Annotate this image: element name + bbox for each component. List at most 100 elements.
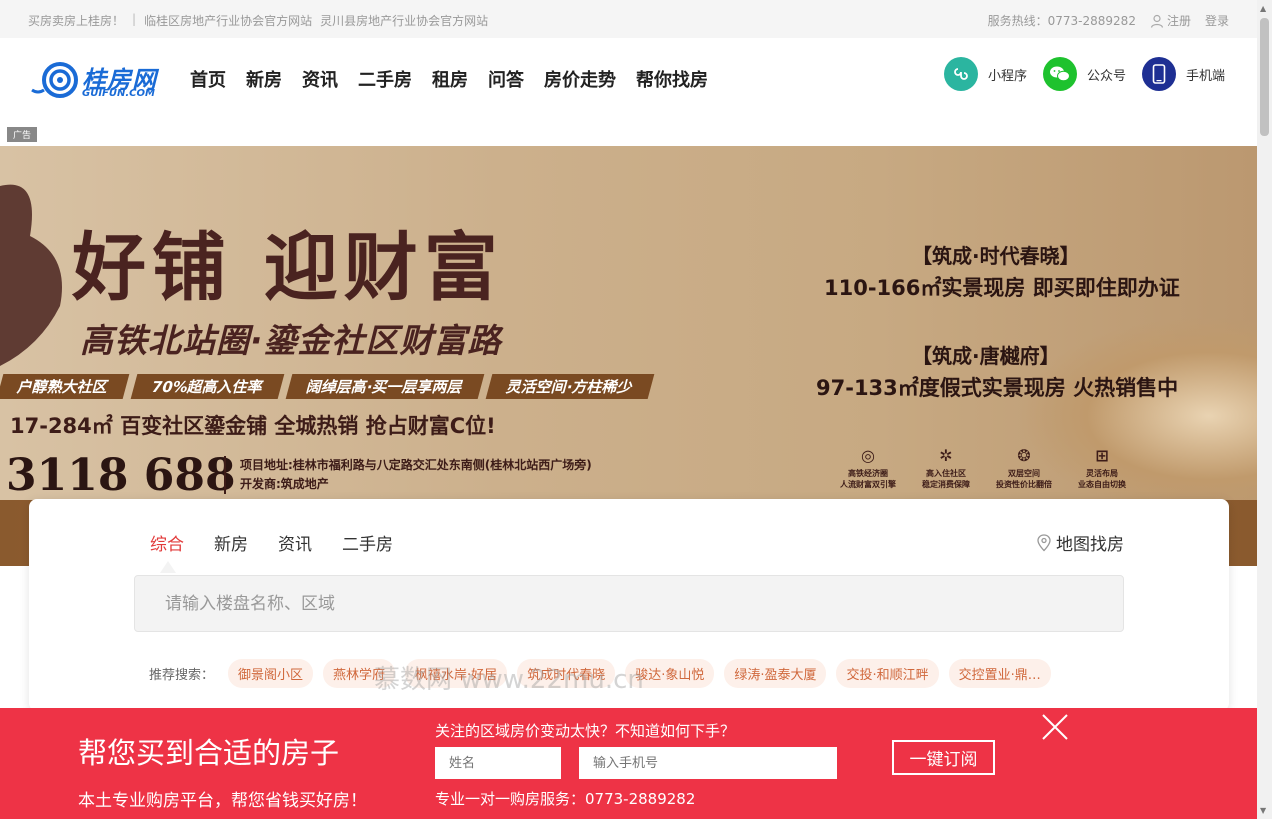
map-pin-icon: [1037, 533, 1051, 551]
banner-feature-note: 人流财富双引擎: [840, 480, 896, 489]
top-bar: 买房卖房上桂房！ | 临桂区房地产行业协会官方网站 灵川县房地产行业协会官方网站…: [0, 0, 1257, 38]
banner-feature-title: 高铁经济圈: [848, 469, 888, 478]
banner-feature-title: 双层空间: [1008, 469, 1040, 478]
recommended-searches: 推荐搜索： 御景阁小区 燕林学府 枫禧水岸·好居 筑成时代春晓 骏达·象山悦 绿…: [149, 659, 1051, 688]
hot-tag[interactable]: 交投·和顺江畔: [836, 659, 939, 688]
hotline: 服务热线：0773-2889282: [987, 14, 1136, 28]
tab-all[interactable]: 综合: [150, 530, 184, 555]
search-input[interactable]: [134, 575, 1124, 632]
banner-feature-title: 高入住社区: [926, 469, 966, 478]
banner-address-block: 项目地址:桂林市福利路与八定路交汇处东南侧(桂林北站西广场旁) 开发商:筑成地产: [224, 456, 592, 494]
banner-feature-note: 业态自由切换: [1078, 480, 1126, 489]
mobile-link[interactable]: 手机端: [1141, 57, 1225, 91]
scrollbar[interactable]: ▲ ▼: [1257, 0, 1272, 819]
wechat-label: 公众号: [1086, 68, 1126, 84]
banner-feature: ◎ 高铁经济圈 人流财富双引擎: [840, 446, 896, 490]
tab-second-hand[interactable]: 二手房: [342, 530, 393, 555]
active-tab-caret: [160, 561, 176, 573]
subscribe-button[interactable]: 一键订阅: [892, 740, 995, 775]
promo-title: 帮您买到合适的房子: [78, 736, 340, 770]
community-icon: ✲: [939, 446, 953, 465]
close-icon[interactable]: [1040, 712, 1070, 742]
phone-field[interactable]: [579, 747, 837, 779]
scroll-down-icon[interactable]: ▼: [1260, 806, 1266, 815]
space-icon: ❂: [1017, 446, 1031, 465]
login-link[interactable]: 登录: [1205, 12, 1229, 29]
map-find-label: 地图找房: [1056, 535, 1124, 555]
hot-tag[interactable]: 骏达·象山悦: [625, 659, 715, 688]
scroll-up-icon[interactable]: ▲: [1260, 4, 1266, 13]
nav-rent[interactable]: 租房: [432, 66, 468, 92]
site-logo[interactable]: 桂房网 GUIFUN.COM: [30, 60, 175, 100]
map-find-link[interactable]: 地图找房: [1036, 530, 1124, 555]
name-field[interactable]: [435, 747, 561, 779]
banner-developer: 开发商:筑成地产: [240, 477, 329, 491]
divider: |: [132, 12, 137, 26]
hot-tag[interactable]: 御景阁小区: [228, 659, 314, 688]
nav-find-home[interactable]: 帮你找房: [636, 66, 708, 92]
nav-new-homes[interactable]: 新房: [246, 66, 282, 92]
user-icon: [1150, 14, 1164, 28]
wechat-icon: [1042, 57, 1077, 91]
wechat-link[interactable]: 公众号: [1042, 57, 1126, 91]
banner-tag: 户醇熟大社区: [0, 374, 130, 399]
banner-tag: 灵活空间·方柱稀少: [485, 374, 654, 399]
ad-label: 广告: [7, 127, 38, 142]
nav-second-hand[interactable]: 二手房: [358, 66, 412, 92]
mini-program-link[interactable]: 小程序: [943, 57, 1027, 91]
mobile-icon: [1141, 57, 1176, 91]
top-link-lingui[interactable]: 临桂区房地产行业协会官方网站: [144, 12, 312, 29]
nav-home[interactable]: 首页: [190, 66, 226, 92]
banner-feature-note: 投资性价比翻倍: [996, 480, 1052, 489]
banner-phone: 3118 688: [6, 450, 236, 501]
top-right: 服务热线：0773-2889282 注册 登录: [988, 12, 1229, 29]
header: 桂房网 GUIFUN.COM 首页 新房 资讯 二手房 租房 问答 房价走势 帮…: [0, 38, 1257, 118]
hot-tag[interactable]: 枫禧水岸·好居: [405, 659, 508, 688]
rail-circle-icon: ◎: [861, 446, 875, 465]
hot-tag[interactable]: 交控置业·鼎…: [948, 659, 1051, 688]
promo-service: 专业一对一购房服务：0773-2889282: [435, 790, 696, 808]
top-link-slogan[interactable]: 买房卖房上桂房！: [28, 12, 124, 29]
tab-new-homes[interactable]: 新房: [214, 530, 248, 555]
banner-title: 好铺 迎财富: [72, 225, 504, 311]
scrollbar-thumb[interactable]: [1260, 18, 1269, 136]
top-link-lingchuan[interactable]: 灵川县房地产行业协会官方网站: [320, 12, 488, 29]
banner-feature-title: 灵活布局: [1086, 469, 1118, 478]
promo-question: 关注的区域房价变动太快？不知道如何下手？: [435, 722, 736, 740]
search-panel: 综合 新房 资讯 二手房 地图找房 推荐搜索： 御景阁小区 燕林学府 枫禧水岸·…: [29, 499, 1229, 711]
main-nav: 首页 新房 资讯 二手房 租房 问答 房价走势 帮你找房: [190, 66, 728, 92]
hot-tag[interactable]: 绿涛·盈泰大厦: [724, 659, 827, 688]
top-links: 买房卖房上桂房！ | 临桂区房地产行业协会官方网站 灵川县房地产行业协会官方网站: [28, 12, 488, 29]
banner-tag: 阔绰层高·买一层享两层: [285, 374, 484, 399]
nav-news[interactable]: 资讯: [302, 66, 338, 92]
hot-tag[interactable]: 燕林学府: [323, 659, 396, 688]
logo-swirl-icon: [31, 62, 78, 98]
layout-icon: ⊞: [1095, 446, 1109, 465]
nav-qa[interactable]: 问答: [488, 66, 524, 92]
banner-feature: ❂ 双层空间 投资性价比翻倍: [996, 446, 1052, 490]
mini-program-icon: [943, 57, 978, 91]
banner-tag: 70%超高入住率: [130, 374, 285, 399]
banner-project-1: 【筑成·时代春晓】: [912, 244, 1080, 268]
brush-figure-icon: [0, 184, 62, 366]
register-link[interactable]: 注册: [1150, 12, 1191, 29]
register-label: 注册: [1166, 14, 1191, 28]
banner-project-2: 【筑成·唐樾府】: [912, 344, 1060, 368]
recommended-label: 推荐搜索：: [149, 668, 215, 683]
banner-feature: ✲ 高入住社区 稳定消费保障: [918, 446, 974, 490]
hot-tag[interactable]: 筑成时代春晓: [517, 659, 616, 688]
search-tabs: 综合 新房 资讯 二手房: [150, 530, 393, 555]
banner-selling-line: 17-284㎡ 百变社区鎏金铺 全城热销 抢占财富C位!: [10, 414, 496, 438]
mobile-label: 手机端: [1185, 68, 1225, 84]
banner-feature-note: 稳定消费保障: [922, 480, 970, 489]
banner-tags: 户醇熟大社区 70%超高入住率 阔绰层高·买一层享两层 灵活空间·方柱稀少: [0, 374, 654, 399]
banner-project-1-desc: 110-166㎡实景现房 即买即住即办证: [824, 276, 1180, 300]
tab-news[interactable]: 资讯: [278, 530, 312, 555]
banner-project-2-desc: 97-133㎡度假式实景现房 火热销售中: [816, 376, 1179, 400]
mini-program-label: 小程序: [987, 68, 1027, 84]
nav-price-trend[interactable]: 房价走势: [544, 66, 616, 92]
banner-feature-icons: ◎ 高铁经济圈 人流财富双引擎 ✲ 高入住社区 稳定消费保障 ❂ 双层空间 投资…: [840, 446, 1130, 490]
banner-address: 项目地址:桂林市福利路与八定路交汇处东南侧(桂林北站西广场旁): [240, 458, 592, 472]
banner-subtitle: 高铁北站圈·鎏金社区财富路: [80, 321, 502, 360]
promo-subtitle: 本土专业购房平台，帮您省钱买好房！: [78, 791, 367, 811]
